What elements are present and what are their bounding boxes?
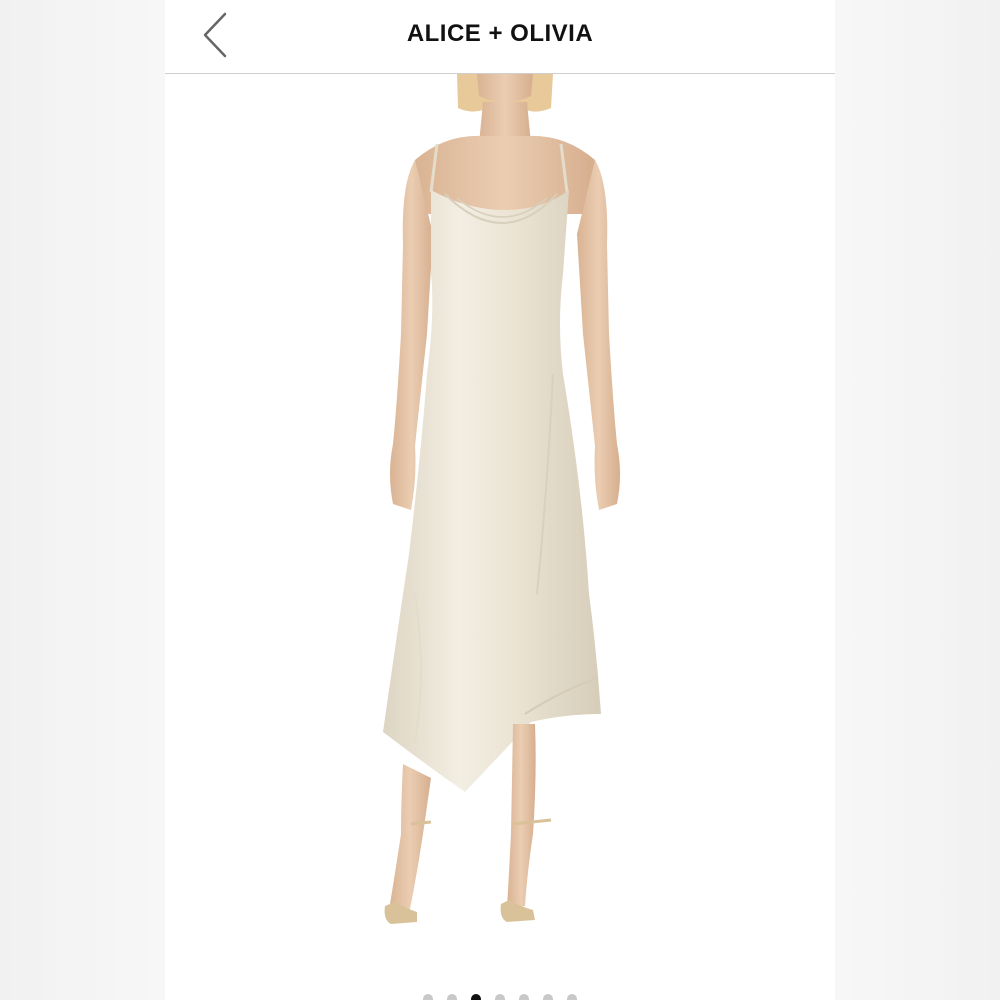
carousel-dot[interactable] [495,994,505,1000]
carousel-dot[interactable] [423,994,433,1000]
carousel-dot[interactable] [447,994,457,1000]
page-background: ALICE + OLIVIA [0,0,1000,1000]
carousel-dot[interactable] [543,994,553,1000]
product-photo [383,74,620,924]
carousel-pagination [165,994,835,1000]
brand-title: ALICE + OLIVIA [406,20,594,47]
carousel-dot-active[interactable] [471,994,481,1000]
carousel-dot[interactable] [567,994,577,1000]
product-screen: ALICE + OLIVIA [165,0,835,1000]
product-image-carousel[interactable] [165,74,835,1000]
carousel-dot[interactable] [519,994,529,1000]
top-bar: ALICE + OLIVIA [165,0,835,74]
